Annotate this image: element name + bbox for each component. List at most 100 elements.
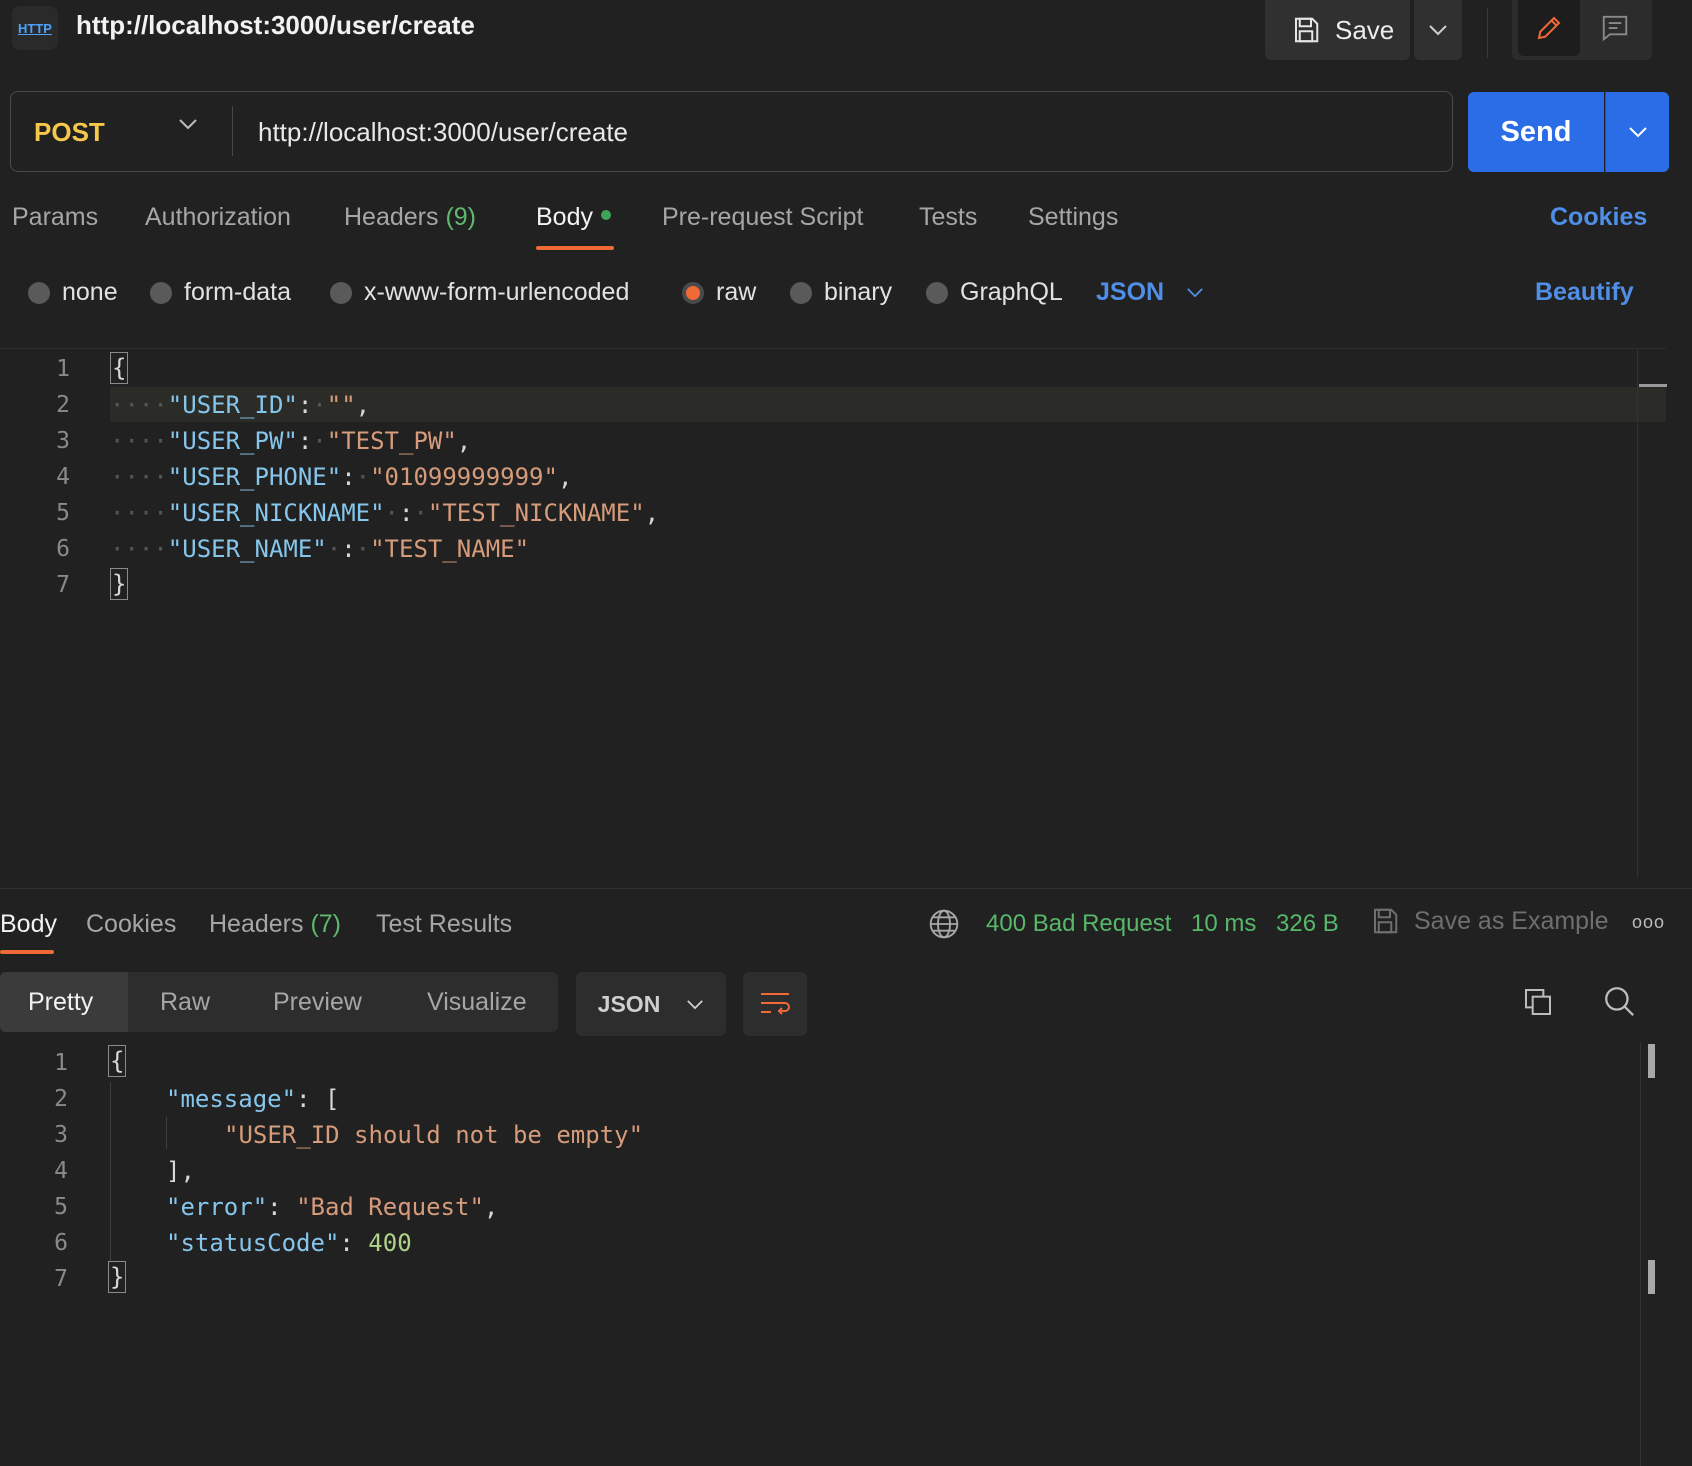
- response-language-select[interactable]: JSON: [576, 972, 726, 1036]
- radio-graphql[interactable]: GraphQL: [926, 278, 1063, 307]
- send-options-button[interactable]: [1605, 92, 1669, 172]
- scrollbar-thumb[interactable]: [1648, 1260, 1655, 1294]
- line-number: 1: [54, 1050, 68, 1076]
- chevron-down-icon: [1628, 127, 1647, 138]
- json-sep: :: [341, 535, 356, 563]
- body-language-label: JSON: [1096, 278, 1165, 306]
- line-number: 5: [54, 1194, 68, 1220]
- url-input[interactable]: http://localhost:3000/user/create: [258, 117, 628, 148]
- body-indicator-dot: [600, 210, 611, 221]
- json-bracket: [: [324, 1085, 340, 1113]
- response-tab-headers[interactable]: Headers (7): [209, 910, 341, 939]
- json-key: "USER_ID": [167, 391, 298, 419]
- tab-body-label: Body: [536, 203, 593, 231]
- response-size[interactable]: 326 B: [1276, 910, 1339, 938]
- save-button[interactable]: Save: [1265, 0, 1410, 60]
- body-language-select[interactable]: JSON: [1096, 278, 1204, 307]
- pane-divider[interactable]: [0, 888, 1692, 889]
- json-key: "error": [166, 1193, 268, 1221]
- edit-button[interactable]: [1518, 0, 1580, 56]
- view-pretty[interactable]: Pretty: [28, 988, 93, 1017]
- view-preview[interactable]: Preview: [273, 988, 362, 1017]
- request-title[interactable]: http://localhost:3000/user/create: [76, 10, 475, 41]
- json-value: "Bad Request": [296, 1193, 484, 1221]
- radio-dot: [330, 281, 352, 304]
- code-line: "statusCode": 400: [166, 1229, 412, 1257]
- active-tab-underline: [536, 246, 614, 250]
- json-key: "message": [166, 1085, 297, 1113]
- response-scrollbar[interactable]: [1640, 1042, 1641, 1466]
- beautify-button[interactable]: Beautify: [1535, 278, 1634, 307]
- globe-icon[interactable]: [928, 908, 960, 940]
- json-sep: :: [399, 499, 414, 527]
- code-line: }: [108, 1261, 127, 1293]
- line-number: 7: [56, 572, 70, 598]
- json-sep: :: [297, 391, 313, 419]
- close-brace: }: [108, 1261, 127, 1293]
- active-tab-underline: [0, 950, 54, 954]
- cookies-link[interactable]: Cookies: [1550, 203, 1647, 232]
- tab-params[interactable]: Params: [12, 203, 98, 232]
- json-trail: ,: [644, 499, 660, 527]
- response-tab-cookies[interactable]: Cookies: [86, 910, 176, 939]
- code-line: {: [110, 352, 129, 384]
- comment-icon: [1602, 15, 1628, 42]
- code-line: ····"USER_NAME"·:·"TEST_NAME": [110, 535, 530, 563]
- radio-binary[interactable]: binary: [790, 278, 892, 307]
- open-brace: {: [110, 352, 129, 384]
- json-sep: :: [297, 427, 313, 455]
- save-as-example-button[interactable]: Save as Example: [1370, 906, 1609, 936]
- tab-headers[interactable]: Headers (9): [344, 203, 476, 232]
- scrollbar-thumb[interactable]: [1648, 1044, 1655, 1078]
- tab-body[interactable]: Body: [536, 203, 611, 232]
- code-line: ····"USER_NICKNAME"·:·"TEST_NICKNAME",: [110, 499, 660, 527]
- tab-pre-request-script[interactable]: Pre-request Script: [662, 203, 863, 232]
- save-icon: [1295, 17, 1319, 43]
- json-value: "": [326, 391, 356, 419]
- json-value: "TEST_NAME": [370, 535, 530, 563]
- wrap-icon: [761, 993, 790, 1015]
- status-code[interactable]: 400 Bad Request: [986, 910, 1171, 938]
- copy-icon[interactable]: [1522, 986, 1554, 1018]
- code-line: ····"USER_PW":·"TEST_PW",: [110, 427, 472, 455]
- save-label: Save: [1335, 14, 1395, 45]
- pencil-icon: [1537, 16, 1561, 40]
- url-bar: [10, 91, 1453, 172]
- json-value: "TEST_PW": [326, 427, 457, 455]
- tab-settings[interactable]: Settings: [1028, 203, 1118, 232]
- json-trail: ,: [456, 427, 472, 455]
- indent-guide: [110, 1082, 111, 1262]
- response-tab-headers-count: (7): [310, 910, 342, 938]
- response-tab-body[interactable]: Body: [0, 910, 57, 939]
- save-options-button[interactable]: [1414, 0, 1462, 60]
- radio-none[interactable]: none: [28, 278, 118, 307]
- view-raw[interactable]: Raw: [160, 988, 210, 1017]
- search-icon[interactable]: [1602, 984, 1636, 1018]
- json-trail: ,: [557, 463, 573, 491]
- more-options-icon[interactable]: ooo: [1632, 912, 1665, 933]
- code-line: ····"USER_ID":·"",: [110, 391, 371, 419]
- code-line: ],: [166, 1157, 195, 1185]
- chevron-down-icon[interactable]: [178, 118, 198, 130]
- json-key: "USER_NAME": [167, 535, 327, 563]
- radio-raw[interactable]: raw: [682, 278, 756, 307]
- tab-tests[interactable]: Tests: [919, 203, 977, 232]
- chevron-down-icon: [687, 999, 704, 1009]
- send-button[interactable]: Send: [1468, 92, 1604, 172]
- json-value: "01099999999": [370, 463, 558, 491]
- wrap-lines-button[interactable]: [743, 972, 807, 1036]
- radio-dot: [150, 281, 172, 304]
- response-tab-test-results[interactable]: Test Results: [376, 910, 512, 939]
- code-line: "message": [: [166, 1085, 340, 1113]
- comments-button[interactable]: [1586, 6, 1644, 50]
- radio-urlencoded[interactable]: x-www-form-urlencoded: [330, 278, 629, 307]
- response-time[interactable]: 10 ms: [1191, 910, 1256, 938]
- method-select[interactable]: POST: [34, 117, 105, 148]
- radio-form-data[interactable]: form-data: [150, 278, 291, 307]
- view-visualize[interactable]: Visualize: [427, 988, 527, 1017]
- editor-scrollbar[interactable]: [1637, 350, 1638, 878]
- tab-authorization[interactable]: Authorization: [145, 203, 291, 232]
- json-value: 400: [368, 1229, 412, 1257]
- json-trail: ,: [355, 391, 371, 419]
- line-number: 6: [56, 536, 70, 562]
